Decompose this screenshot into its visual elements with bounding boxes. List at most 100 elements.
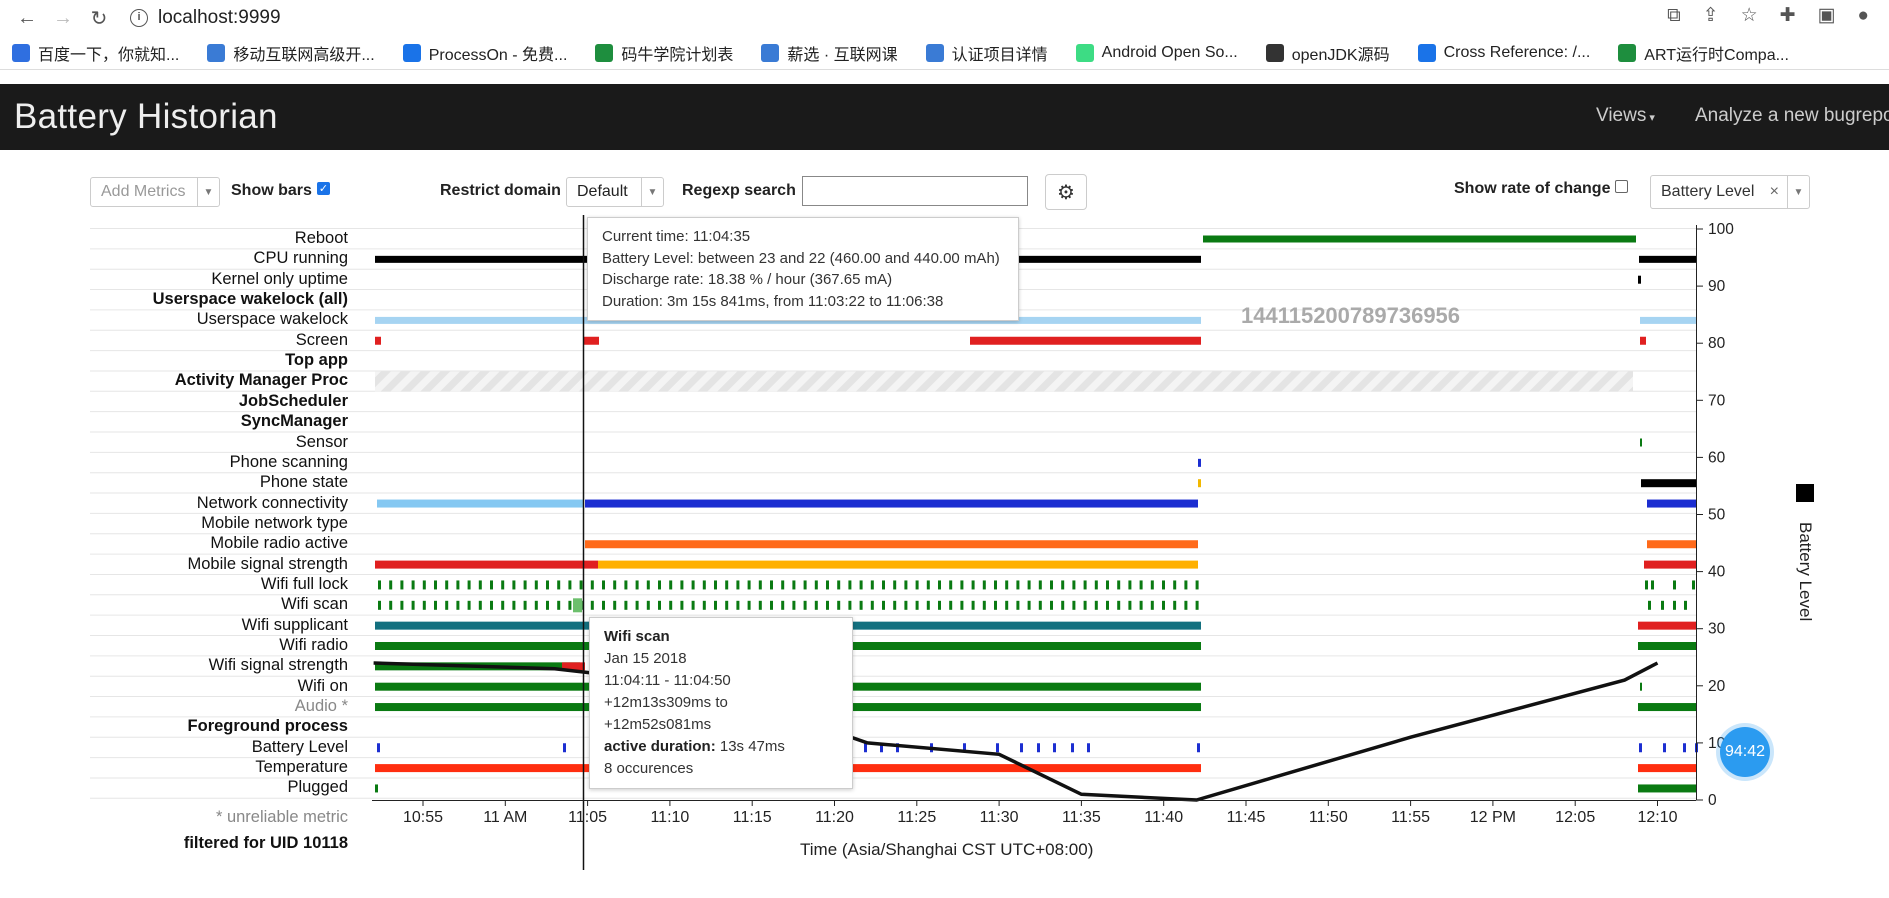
battery-tooltip: Current time: 11:04:35 Battery Level: be… — [587, 217, 1019, 321]
wifi-scan-tick — [669, 600, 673, 610]
dropdown-arrow-icon[interactable]: ▼ — [197, 178, 219, 206]
y-axis-tick-label: 100 — [1708, 221, 1734, 238]
translate-icon[interactable]: ⧉ — [1667, 5, 1681, 27]
y-axis: 1009080706050403020100 — [1696, 221, 1734, 809]
battery-level-tick — [1695, 743, 1698, 753]
wifi-full-lock-tick — [758, 580, 762, 590]
y-axis-tick-label: 70 — [1708, 392, 1726, 409]
y-axis-tick-label: 80 — [1708, 335, 1726, 352]
wifi-full-lock-tick — [490, 580, 493, 590]
wifi-full-lock-tick — [814, 580, 818, 590]
x-axis-tick-label: 12:10 — [1637, 809, 1677, 826]
analyze-link[interactable]: Analyze a new bugreport — [1695, 105, 1889, 127]
forward-icon[interactable]: → — [48, 3, 78, 33]
restrict-domain-select[interactable]: Default ▼ — [566, 177, 664, 207]
bookmark-item[interactable]: ART运行时Compa... — [1618, 41, 1789, 65]
tooltip-active-value: 13s 47ms — [719, 738, 785, 755]
wifi-signal-bar — [375, 662, 580, 671]
star-icon[interactable]: ☆ — [1741, 4, 1758, 27]
wifi-full-lock-tick — [1150, 580, 1154, 590]
row-label: Wifi signal strength — [208, 656, 348, 675]
info-icon[interactable]: i — [130, 9, 148, 27]
share-icon[interactable]: ⇪ — [1703, 4, 1719, 27]
row-label: Kernel only uptime — [211, 269, 348, 288]
reload-icon[interactable]: ↻ — [84, 3, 114, 33]
show-bars-checkbox[interactable]: ✓ — [317, 180, 330, 198]
row-label: Sensor — [295, 432, 348, 451]
wifi-full-lock-tick — [1173, 580, 1177, 590]
mobile-radio-bar — [1647, 540, 1696, 549]
dropdown-arrow-icon[interactable]: ▼ — [1787, 176, 1809, 208]
settings-button[interactable]: ⚙ — [1045, 174, 1087, 210]
bookmark-item[interactable]: 码牛学院计划表 — [595, 41, 733, 65]
app-title: Battery Historian — [14, 97, 278, 136]
bookmark-item[interactable]: 移动互联网高级开... — [207, 41, 375, 65]
bookmark-item[interactable]: Android Open So... — [1075, 43, 1238, 62]
wifi-scan-tick — [1072, 600, 1076, 610]
row-label: Network connectivity — [196, 493, 348, 512]
bookmark-item[interactable]: openJDK源码 — [1265, 41, 1390, 65]
wifi-scan-tick — [1150, 600, 1154, 610]
wifi-full-lock-tick — [1094, 580, 1098, 590]
regexp-input[interactable] — [802, 176, 1028, 206]
floating-timer-badge[interactable]: 94:42 — [1720, 727, 1770, 777]
battery-level-series-line — [373, 661, 1659, 802]
wifi-full-lock-tick — [1061, 580, 1065, 590]
bookmark-item[interactable]: 百度一下，你就知... — [12, 41, 179, 65]
browser-actions: ⧉ ⇪ ☆ ✚ ▣ ● — [1667, 4, 1869, 27]
extensions-icon[interactable]: ✚ — [1780, 4, 1796, 27]
wifi-scan-tick — [467, 600, 471, 610]
bookmark-icon — [402, 43, 421, 62]
mobile-signal-bar — [598, 560, 1198, 569]
battery-level-tick — [1053, 743, 1056, 753]
address-bar[interactable]: i localhost:9999 — [130, 3, 281, 33]
tooltip-duration: Duration: 3m 15s 841ms, from 11:03:22 to… — [602, 292, 944, 310]
sidepanel-icon[interactable]: ▣ — [1818, 4, 1836, 27]
battery-level-tick — [1071, 743, 1074, 753]
views-menu[interactable]: Views ▾ — [1596, 105, 1655, 127]
battery-level-tick — [880, 743, 883, 753]
wifi-full-lock-tick — [938, 580, 941, 590]
dropdown-arrow-icon[interactable]: ▼ — [641, 178, 663, 206]
wifi-scan-tick — [490, 600, 493, 610]
x-axis-tick-label: 12 PM — [1470, 809, 1516, 826]
wifi-scan-tick — [770, 600, 773, 610]
battery-level-tick — [1020, 743, 1023, 753]
wifi-scan-tick — [602, 600, 605, 610]
caret-down-icon: ▾ — [1646, 112, 1655, 124]
userspace-wakelock-bar — [1640, 316, 1696, 324]
row-label: Battery Level — [251, 737, 348, 756]
bookmark-item[interactable]: Cross Reference: /... — [1417, 43, 1590, 62]
wifi-scan-tick — [982, 600, 986, 610]
show-rate-checkbox[interactable] — [1615, 178, 1628, 196]
wifi-scan-tick — [1128, 600, 1132, 610]
wifi-full-lock-tick — [1117, 580, 1121, 590]
row-label: Wifi supplicant — [241, 615, 348, 634]
row-label: Phone scanning — [229, 452, 348, 471]
row-label: Phone state — [259, 473, 348, 492]
battery-level-tick — [1639, 743, 1642, 753]
wifi-full-lock-tick — [557, 580, 561, 590]
bookmark-item[interactable]: 认证项目详情 — [925, 41, 1048, 65]
wifi-scan-tick — [960, 600, 964, 610]
add-metrics-select[interactable]: Add Metrics ▼ — [90, 177, 220, 207]
bookmark-item[interactable]: ProcessOn - 免费... — [402, 41, 567, 65]
wifi-scan-tick — [478, 600, 482, 610]
wifi-on-bar — [1640, 682, 1642, 691]
uid-watermark: 144115200789736956 — [1241, 303, 1461, 328]
wifi-scan-tick — [568, 600, 572, 610]
wifi-signal-bar — [562, 662, 585, 671]
back-icon[interactable]: ← — [12, 3, 42, 33]
reboot-bar — [1203, 235, 1636, 243]
wifi-scan-tick — [1106, 600, 1109, 610]
profile-icon[interactable]: ● — [1858, 5, 1869, 27]
clear-icon[interactable]: × — [1770, 183, 1779, 201]
wifi-full-lock-tick — [456, 580, 460, 590]
wifi-full-lock-tick — [826, 580, 829, 590]
wifi-full-lock-tick — [624, 580, 628, 590]
metric-select[interactable]: Battery Level × ▼ — [1650, 175, 1810, 209]
wifi-scan-tick — [747, 600, 751, 610]
wifi-scan-tick — [1184, 600, 1188, 610]
bookmark-item[interactable]: 薪选 · 互联网课 — [761, 41, 898, 65]
network-connectivity-bar — [585, 499, 1198, 508]
